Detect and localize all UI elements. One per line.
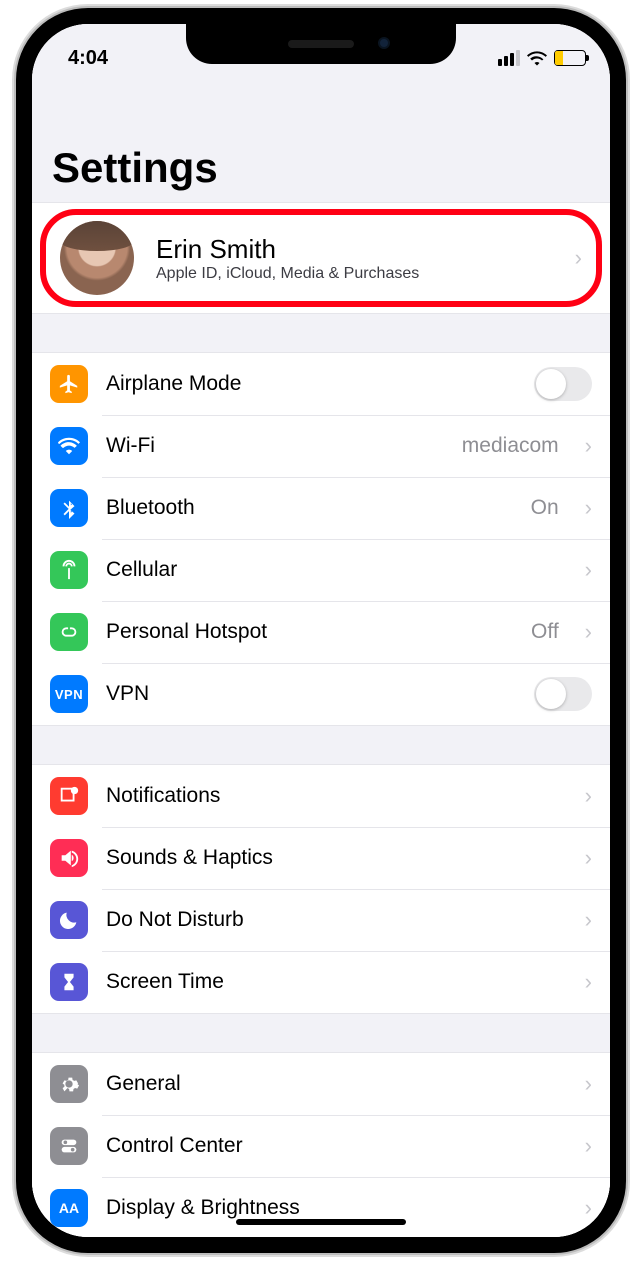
sounds-row[interactable]: Sounds & Haptics › bbox=[32, 827, 610, 889]
hotspot-value: Off bbox=[531, 620, 559, 644]
profile-name: Erin Smith bbox=[156, 234, 419, 265]
general-label: General bbox=[106, 1072, 567, 1096]
controlcenter-label: Control Center bbox=[106, 1134, 567, 1158]
chevron-right-icon: › bbox=[585, 969, 592, 995]
vpn-row[interactable]: VPN VPN bbox=[32, 663, 610, 725]
bluetooth-row[interactable]: Bluetooth On › bbox=[32, 477, 610, 539]
vpn-toggle[interactable] bbox=[534, 677, 592, 711]
chevron-right-icon: › bbox=[575, 245, 582, 271]
sounds-label: Sounds & Haptics bbox=[106, 846, 567, 870]
avatar bbox=[60, 221, 134, 295]
sounds-icon bbox=[50, 839, 88, 877]
vpn-label: VPN bbox=[106, 682, 516, 706]
chevron-right-icon: › bbox=[585, 1071, 592, 1097]
screentime-row[interactable]: Screen Time › bbox=[32, 951, 610, 1013]
controlcenter-row[interactable]: Control Center › bbox=[32, 1115, 610, 1177]
page-title: Settings bbox=[32, 74, 610, 202]
toggles-icon bbox=[50, 1127, 88, 1165]
airplane-label: Airplane Mode bbox=[106, 372, 516, 396]
hotspot-row[interactable]: Personal Hotspot Off › bbox=[32, 601, 610, 663]
airplane-icon bbox=[50, 365, 88, 403]
wifi-label: Wi-Fi bbox=[106, 434, 444, 458]
notifications-label: Notifications bbox=[106, 784, 567, 808]
screentime-label: Screen Time bbox=[106, 970, 567, 994]
hotspot-label: Personal Hotspot bbox=[106, 620, 513, 644]
hourglass-icon bbox=[50, 963, 88, 1001]
bluetooth-value: On bbox=[531, 496, 559, 520]
home-indicator[interactable] bbox=[236, 1219, 406, 1225]
notifications-row[interactable]: Notifications › bbox=[32, 765, 610, 827]
airplane-mode-row[interactable]: Airplane Mode bbox=[32, 353, 610, 415]
dnd-row[interactable]: Do Not Disturb › bbox=[32, 889, 610, 951]
battery-icon bbox=[554, 50, 586, 66]
vpn-icon: VPN bbox=[50, 675, 88, 713]
notifications-icon bbox=[50, 777, 88, 815]
status-time: 4:04 bbox=[68, 47, 108, 70]
chevron-right-icon: › bbox=[585, 557, 592, 583]
profile-subtitle: Apple ID, iCloud, Media & Purchases bbox=[156, 265, 419, 283]
dnd-label: Do Not Disturb bbox=[106, 908, 567, 932]
chevron-right-icon: › bbox=[585, 495, 592, 521]
bluetooth-label: Bluetooth bbox=[106, 496, 513, 520]
chevron-right-icon: › bbox=[585, 783, 592, 809]
chevron-right-icon: › bbox=[585, 907, 592, 933]
gear-icon bbox=[50, 1065, 88, 1103]
device-notch bbox=[186, 24, 456, 64]
apple-id-row[interactable]: Erin Smith Apple ID, iCloud, Media & Pur… bbox=[40, 209, 602, 307]
moon-icon bbox=[50, 901, 88, 939]
chevron-right-icon: › bbox=[585, 433, 592, 459]
chevron-right-icon: › bbox=[585, 1195, 592, 1221]
general-row[interactable]: General › bbox=[32, 1053, 610, 1115]
display-icon: AA bbox=[50, 1189, 88, 1227]
display-label: Display & Brightness bbox=[106, 1196, 567, 1220]
cellular-label: Cellular bbox=[106, 558, 567, 582]
wifi-row[interactable]: Wi-Fi mediacom › bbox=[32, 415, 610, 477]
hotspot-icon bbox=[50, 613, 88, 651]
bluetooth-icon bbox=[50, 489, 88, 527]
wifi-value: mediacom bbox=[462, 434, 559, 458]
cellular-icon bbox=[50, 551, 88, 589]
cellular-signal-icon bbox=[498, 50, 520, 66]
wifi-settings-icon bbox=[50, 427, 88, 465]
chevron-right-icon: › bbox=[585, 845, 592, 871]
chevron-right-icon: › bbox=[585, 619, 592, 645]
airplane-toggle[interactable] bbox=[534, 367, 592, 401]
display-row[interactable]: AA Display & Brightness › bbox=[32, 1177, 610, 1237]
wifi-icon bbox=[527, 50, 547, 66]
chevron-right-icon: › bbox=[585, 1133, 592, 1159]
cellular-row[interactable]: Cellular › bbox=[32, 539, 610, 601]
